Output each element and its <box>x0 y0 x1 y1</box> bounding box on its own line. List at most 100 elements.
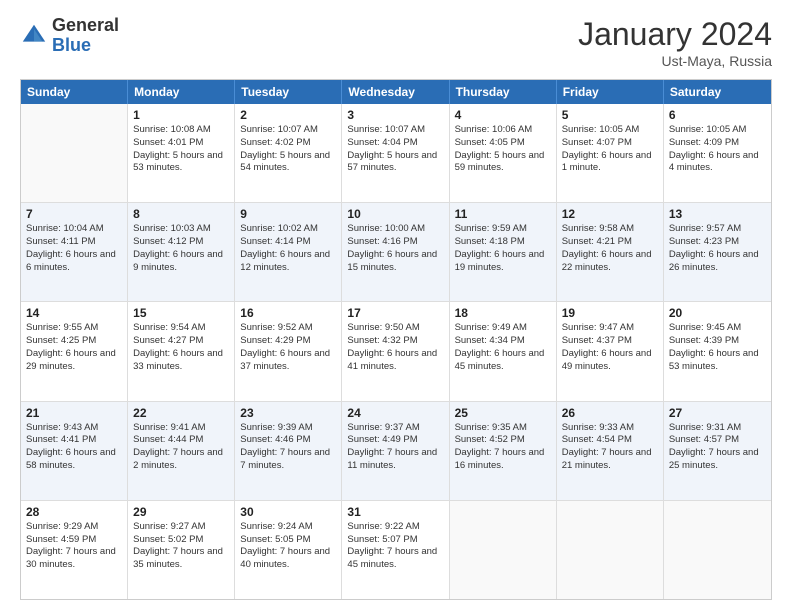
day-info: Sunrise: 9:59 AM Sunset: 4:18 PM Dayligh… <box>455 223 551 274</box>
header-day-sunday: Sunday <box>21 80 128 104</box>
day-info: Sunrise: 9:50 AM Sunset: 4:32 PM Dayligh… <box>347 322 443 373</box>
day-number: 27 <box>669 406 766 420</box>
header: General Blue January 2024 Ust-Maya, Russ… <box>20 16 772 69</box>
cal-cell-31: 31 Sunrise: 9:22 AM Sunset: 5:07 PM Dayli… <box>342 501 449 599</box>
cal-cell-9: 9Sunrise: 10:02 AM Sunset: 4:14 PM Dayli… <box>235 203 342 301</box>
cal-cell-8: 8Sunrise: 10:03 AM Sunset: 4:12 PM Dayli… <box>128 203 235 301</box>
day-info: Sunrise: 9:41 AM Sunset: 4:44 PM Dayligh… <box>133 422 229 473</box>
cal-cell-5: 5 Sunrise: 10:05 AM Sunset: 4:07 PM Dayli… <box>557 104 664 202</box>
day-info: Sunrise: 9:22 AM Sunset: 5:07 PM Dayligh… <box>347 521 443 572</box>
cal-cell-11: 11 Sunrise: 9:59 AM Sunset: 4:18 PM Dayli… <box>450 203 557 301</box>
location: Ust-Maya, Russia <box>578 53 772 69</box>
day-number: 15 <box>133 306 229 320</box>
day-info: Sunrise: 9:55 AM Sunset: 4:25 PM Dayligh… <box>26 322 122 373</box>
cal-cell-14: 14Sunrise: 9:55 AM Sunset: 4:25 PM Dayli… <box>21 302 128 400</box>
day-info: Sunrise: 10:04 AM Sunset: 4:11 PM Daylig… <box>26 223 122 274</box>
day-number: 24 <box>347 406 443 420</box>
day-info: Sunrise: 10:07 AM Sunset: 4:02 PM Daylig… <box>240 124 336 175</box>
header-day-thursday: Thursday <box>450 80 557 104</box>
day-number: 5 <box>562 108 658 122</box>
cal-cell-19: 19Sunrise: 9:47 AM Sunset: 4:37 PM Dayli… <box>557 302 664 400</box>
day-number: 31 <box>347 505 443 519</box>
cal-cell-2: 2Sunrise: 10:07 AM Sunset: 4:02 PM Dayli… <box>235 104 342 202</box>
cal-cell-23: 23Sunrise: 9:39 AM Sunset: 4:46 PM Dayli… <box>235 402 342 500</box>
day-number: 22 <box>133 406 229 420</box>
day-number: 16 <box>240 306 336 320</box>
day-number: 11 <box>455 207 551 221</box>
calendar-row-2: 7 Sunrise: 10:04 AM Sunset: 4:11 PM Dayli… <box>21 203 771 302</box>
cal-cell-3: 3Sunrise: 10:07 AM Sunset: 4:04 PM Dayli… <box>342 104 449 202</box>
day-info: Sunrise: 10:06 AM Sunset: 4:05 PM Daylig… <box>455 124 551 175</box>
day-number: 26 <box>562 406 658 420</box>
day-info: Sunrise: 9:45 AM Sunset: 4:39 PM Dayligh… <box>669 322 766 373</box>
cal-cell-28: 28 Sunrise: 9:29 AM Sunset: 4:59 PM Dayli… <box>21 501 128 599</box>
day-info: Sunrise: 10:05 AM Sunset: 4:07 PM Daylig… <box>562 124 658 175</box>
day-info: Sunrise: 9:39 AM Sunset: 4:46 PM Dayligh… <box>240 422 336 473</box>
day-info: Sunrise: 9:27 AM Sunset: 5:02 PM Dayligh… <box>133 521 229 572</box>
day-number: 12 <box>562 207 658 221</box>
day-info: Sunrise: 9:58 AM Sunset: 4:21 PM Dayligh… <box>562 223 658 274</box>
header-day-friday: Friday <box>557 80 664 104</box>
cal-cell-empty <box>664 501 771 599</box>
day-number: 10 <box>347 207 443 221</box>
day-info: Sunrise: 9:35 AM Sunset: 4:52 PM Dayligh… <box>455 422 551 473</box>
cal-cell-22: 22 Sunrise: 9:41 AM Sunset: 4:44 PM Dayli… <box>128 402 235 500</box>
day-info: Sunrise: 10:08 AM Sunset: 4:01 PM Daylig… <box>133 124 229 175</box>
day-number: 9 <box>240 207 336 221</box>
logo-icon <box>20 22 48 50</box>
cal-cell-16: 16 Sunrise: 9:52 AM Sunset: 4:29 PM Dayli… <box>235 302 342 400</box>
day-info: Sunrise: 9:52 AM Sunset: 4:29 PM Dayligh… <box>240 322 336 373</box>
day-number: 8 <box>133 207 229 221</box>
day-number: 19 <box>562 306 658 320</box>
day-number: 30 <box>240 505 336 519</box>
day-number: 7 <box>26 207 122 221</box>
cal-cell-26: 26 Sunrise: 9:33 AM Sunset: 4:54 PM Dayli… <box>557 402 664 500</box>
day-number: 13 <box>669 207 766 221</box>
cal-cell-18: 18 Sunrise: 9:49 AM Sunset: 4:34 PM Dayli… <box>450 302 557 400</box>
cal-cell-24: 24 Sunrise: 9:37 AM Sunset: 4:49 PM Dayli… <box>342 402 449 500</box>
logo-general-text: General <box>52 16 119 36</box>
day-info: Sunrise: 10:00 AM Sunset: 4:16 PM Daylig… <box>347 223 443 274</box>
day-number: 18 <box>455 306 551 320</box>
day-number: 6 <box>669 108 766 122</box>
cal-cell-7: 7 Sunrise: 10:04 AM Sunset: 4:11 PM Dayli… <box>21 203 128 301</box>
day-info: Sunrise: 9:37 AM Sunset: 4:49 PM Dayligh… <box>347 422 443 473</box>
day-info: Sunrise: 10:05 AM Sunset: 4:09 PM Daylig… <box>669 124 766 175</box>
cal-cell-empty <box>557 501 664 599</box>
day-number: 3 <box>347 108 443 122</box>
calendar-row-1: 1Sunrise: 10:08 AM Sunset: 4:01 PM Dayli… <box>21 104 771 203</box>
cal-cell-29: 29Sunrise: 9:27 AM Sunset: 5:02 PM Dayli… <box>128 501 235 599</box>
cal-cell-15: 15Sunrise: 9:54 AM Sunset: 4:27 PM Dayli… <box>128 302 235 400</box>
calendar: SundayMondayTuesdayWednesdayThursdayFrid… <box>20 79 772 600</box>
header-day-tuesday: Tuesday <box>235 80 342 104</box>
calendar-header: SundayMondayTuesdayWednesdayThursdayFrid… <box>21 80 771 104</box>
title-area: January 2024 Ust-Maya, Russia <box>578 16 772 69</box>
header-day-saturday: Saturday <box>664 80 771 104</box>
cal-cell-17: 17 Sunrise: 9:50 AM Sunset: 4:32 PM Dayli… <box>342 302 449 400</box>
header-day-monday: Monday <box>128 80 235 104</box>
day-number: 28 <box>26 505 122 519</box>
day-info: Sunrise: 9:33 AM Sunset: 4:54 PM Dayligh… <box>562 422 658 473</box>
logo-text: General Blue <box>52 16 119 56</box>
cal-cell-empty <box>21 104 128 202</box>
cal-cell-27: 27 Sunrise: 9:31 AM Sunset: 4:57 PM Dayli… <box>664 402 771 500</box>
day-number: 17 <box>347 306 443 320</box>
header-day-wednesday: Wednesday <box>342 80 449 104</box>
calendar-row-3: 14Sunrise: 9:55 AM Sunset: 4:25 PM Dayli… <box>21 302 771 401</box>
logo: General Blue <box>20 16 119 56</box>
cal-cell-21: 21Sunrise: 9:43 AM Sunset: 4:41 PM Dayli… <box>21 402 128 500</box>
day-number: 21 <box>26 406 122 420</box>
day-info: Sunrise: 9:57 AM Sunset: 4:23 PM Dayligh… <box>669 223 766 274</box>
day-info: Sunrise: 9:31 AM Sunset: 4:57 PM Dayligh… <box>669 422 766 473</box>
calendar-row-5: 28 Sunrise: 9:29 AM Sunset: 4:59 PM Dayli… <box>21 501 771 599</box>
day-info: Sunrise: 9:49 AM Sunset: 4:34 PM Dayligh… <box>455 322 551 373</box>
cal-cell-empty <box>450 501 557 599</box>
cal-cell-12: 12 Sunrise: 9:58 AM Sunset: 4:21 PM Dayli… <box>557 203 664 301</box>
cal-cell-20: 20Sunrise: 9:45 AM Sunset: 4:39 PM Dayli… <box>664 302 771 400</box>
day-info: Sunrise: 9:29 AM Sunset: 4:59 PM Dayligh… <box>26 521 122 572</box>
calendar-row-4: 21Sunrise: 9:43 AM Sunset: 4:41 PM Dayli… <box>21 402 771 501</box>
cal-cell-4: 4 Sunrise: 10:06 AM Sunset: 4:05 PM Dayli… <box>450 104 557 202</box>
day-number: 4 <box>455 108 551 122</box>
month-title: January 2024 <box>578 16 772 53</box>
calendar-body: 1Sunrise: 10:08 AM Sunset: 4:01 PM Dayli… <box>21 104 771 599</box>
